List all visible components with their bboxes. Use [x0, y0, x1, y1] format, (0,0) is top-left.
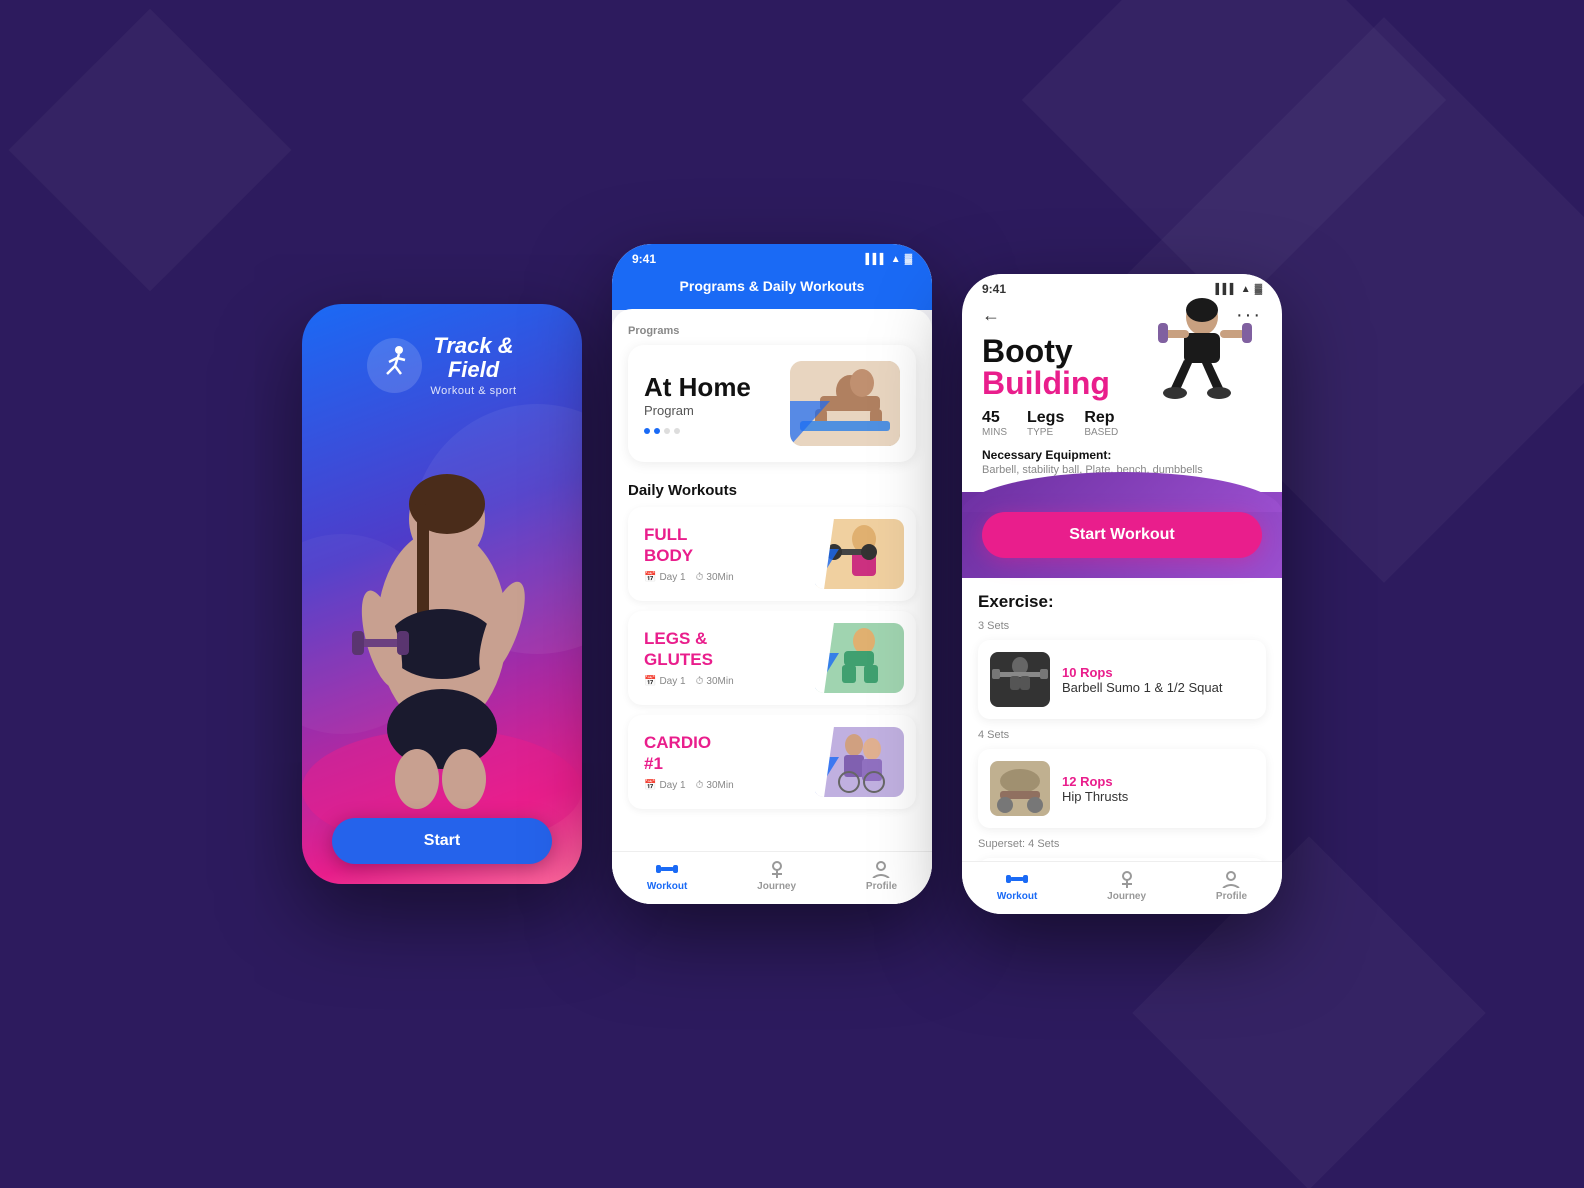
signal-icon: ▌▌▌: [866, 254, 887, 265]
start-button[interactable]: Start: [332, 818, 552, 864]
nav-profile-label-3: Profile: [1216, 891, 1247, 902]
sets-label-1: 3 Sets: [978, 620, 1266, 632]
profile-nav-icon-3: [1220, 870, 1242, 888]
signal-icon-3: ▌▌▌: [1216, 284, 1237, 295]
phone-splash: Track & Field Workout & sport: [302, 304, 582, 884]
exercise-thumb-2: [990, 761, 1050, 816]
workout-hero-image: [1142, 295, 1252, 425]
workout-title-cardio: CARDIO#1: [644, 733, 814, 774]
equipment-title: Necessary Equipment:: [982, 448, 1262, 462]
programs-label: Programs: [628, 325, 916, 337]
daily-workouts-label: Daily Workouts: [612, 470, 932, 507]
nav-journey-2[interactable]: Journey: [757, 860, 796, 892]
exercise-card-1: 10 Rops Barbell Sumo 1 & 1/2 Squat: [978, 640, 1266, 719]
stat-mins: 45 MINS: [982, 409, 1007, 438]
workout-title-fullbody: FULLBODY: [644, 525, 814, 566]
dot-2: [654, 428, 660, 434]
exercise-reps-2: 12 Rops: [1062, 774, 1254, 789]
workout-card-cardio[interactable]: CARDIO#1 📅Day 1 ⏱30Min: [628, 715, 916, 809]
program-title: At Home: [644, 373, 751, 402]
exercise-name-2: Hip Thrusts: [1062, 789, 1254, 804]
nav-bar-3: Workout Journey Profile: [962, 861, 1282, 914]
program-subtitle: Program: [644, 403, 751, 418]
exercise-info-2: 12 Rops Hip Thrusts: [1062, 774, 1254, 804]
workout-duration-3: ⏱30Min: [696, 780, 734, 791]
workout-card-legs[interactable]: LEGS &GLUTES 📅Day 1 ⏱30Min: [628, 611, 916, 705]
logo-area: Track & Field Workout & sport: [367, 334, 516, 397]
status-bar-2: 9:41 ▌▌▌ ▲ ▓: [612, 244, 932, 270]
logo-subtitle: Workout & sport: [430, 385, 516, 397]
workout-nav-icon: [656, 860, 678, 878]
workout-title-legs: LEGS &GLUTES: [644, 629, 814, 670]
exercise-section: Exercise: 3 Sets: [962, 578, 1282, 861]
stat-rep: Rep BASED: [1084, 409, 1118, 438]
journey-nav-icon: [766, 860, 788, 878]
sets-label-3: Superset: 4 Sets: [978, 838, 1266, 850]
workout-hero: Booty Building: [962, 335, 1282, 492]
nav-profile-3[interactable]: Profile: [1216, 870, 1247, 902]
stat-type: Legs TYPE: [1027, 409, 1064, 438]
exercise-info-1: 10 Rops Barbell Sumo 1 & 1/2 Squat: [1062, 665, 1254, 695]
workout-day-2: 📅Day 1: [644, 676, 686, 687]
workout-img-legs: [814, 623, 904, 693]
splash-person: [302, 429, 582, 829]
workout-img-fullbody: [814, 519, 904, 589]
nav-profile-2[interactable]: Profile: [866, 860, 897, 892]
nav-workout-label-2: Workout: [647, 881, 687, 892]
exercise-reps-1: 10 Rops: [1062, 665, 1254, 680]
workout-img-cardio: [814, 727, 904, 797]
nav-workout-label-3: Workout: [997, 891, 1037, 902]
phone2-header: Programs & Daily Workouts: [612, 270, 932, 310]
exercise-section-title: Exercise:: [978, 592, 1266, 612]
phone2-title: Programs & Daily Workouts: [680, 278, 865, 294]
nav-bar-2: Workout Journey Profile: [612, 851, 932, 904]
status-time-3: 9:41: [982, 282, 1006, 296]
workout-day-1: 📅Day 1: [644, 572, 686, 583]
workout-duration-1: ⏱30Min: [696, 572, 734, 583]
battery-icon-3: ▓: [1255, 284, 1262, 295]
wifi-icon: ▲: [891, 254, 901, 265]
sets-label-2: 4 Sets: [978, 729, 1266, 741]
workout-day-3: 📅Day 1: [644, 780, 686, 791]
exercise-thumb-1: [990, 652, 1050, 707]
workout-card-fullbody[interactable]: FULLBODY 📅Day 1 ⏱30Min: [628, 507, 916, 601]
workout-nav-icon-3: [1006, 870, 1028, 888]
nav-profile-label-2: Profile: [866, 881, 897, 892]
program-hero-img: [790, 361, 900, 446]
phone-detail: 9:41 ▌▌▌ ▲ ▓ ← ··· Booty Building: [962, 274, 1282, 914]
dot-3: [664, 428, 670, 434]
nav-journey-label-2: Journey: [757, 881, 796, 892]
battery-icon: ▓: [905, 254, 912, 265]
status-time-2: 9:41: [632, 252, 656, 266]
phones-container: Track & Field Workout & sport: [302, 274, 1282, 914]
exercise-name-1: Barbell Sumo 1 & 1/2 Squat: [1062, 680, 1254, 695]
profile-nav-icon-2: [870, 860, 892, 878]
back-button[interactable]: ←: [982, 305, 1000, 326]
workout-duration-2: ⏱30Min: [696, 676, 734, 687]
program-card[interactable]: At Home Program: [628, 345, 916, 462]
nav-journey-label-3: Journey: [1107, 891, 1146, 902]
journey-nav-icon-3: [1116, 870, 1138, 888]
nav-journey-3[interactable]: Journey: [1107, 870, 1146, 902]
nav-workout-3[interactable]: Workout: [997, 870, 1037, 902]
nav-workout-2[interactable]: Workout: [647, 860, 687, 892]
dot-1: [644, 428, 650, 434]
phone-workouts: 9:41 ▌▌▌ ▲ ▓ Programs & Daily Workouts P…: [612, 244, 932, 904]
logo-brand: Track & Field: [430, 334, 516, 382]
runner-icon: [367, 338, 422, 393]
start-workout-button[interactable]: Start Workout: [982, 512, 1262, 558]
dot-4: [674, 428, 680, 434]
wifi-icon-3: ▲: [1241, 284, 1251, 295]
purple-section: Start Workout: [962, 492, 1282, 578]
exercise-card-2: 12 Rops Hip Thrusts: [978, 749, 1266, 828]
